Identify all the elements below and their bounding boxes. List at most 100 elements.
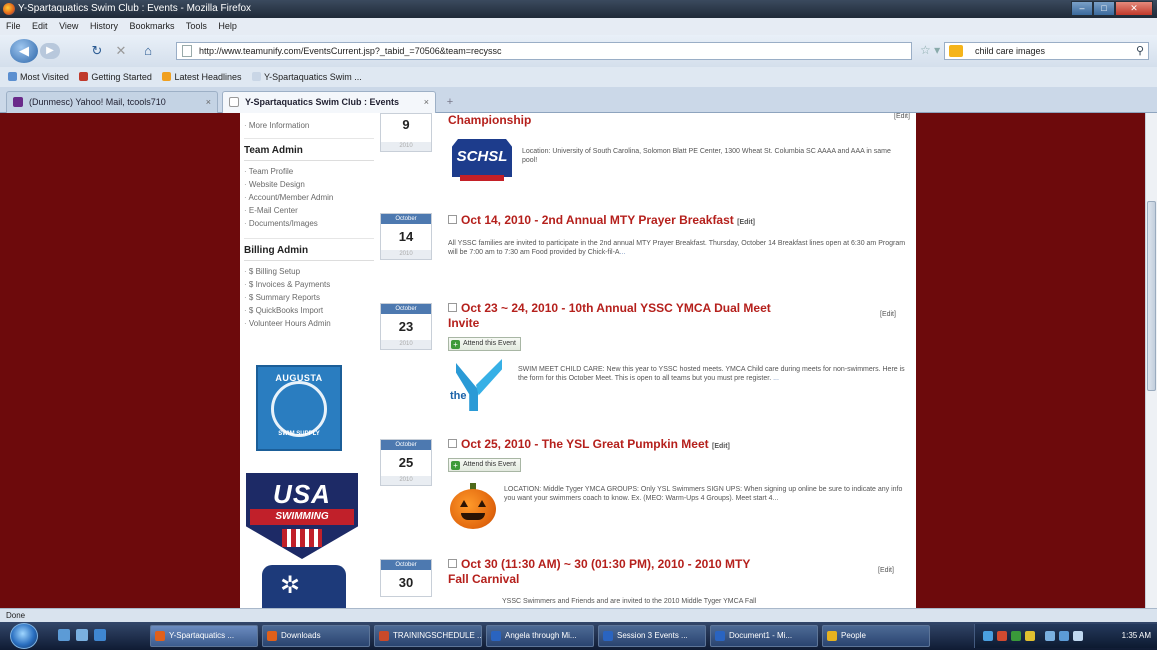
bookmark-y-spartaquatics[interactable]: Y-Spartaquatics Swim ... [252, 72, 366, 82]
menu-edit[interactable]: Edit [32, 21, 48, 31]
sidebar-item-invoices-payments[interactable]: $ Invoices & Payments [244, 278, 374, 291]
bookmark-getting-started[interactable]: Getting Started [79, 72, 156, 82]
task-label: Downloads [281, 631, 321, 640]
edit-link[interactable]: [Edit] [878, 567, 894, 574]
event-checkbox[interactable] [448, 439, 457, 448]
sponsor-logo[interactable]: ✲ [262, 565, 346, 608]
minimize-button[interactable]: – [1071, 1, 1093, 16]
sidebar-item-website-design[interactable]: Website Design [244, 178, 374, 191]
date-day: 9 [402, 117, 410, 132]
event-checkbox[interactable] [448, 215, 457, 224]
task-session-events[interactable]: Session 3 Events ... [598, 625, 706, 647]
sidebar-item-billing-setup[interactable]: $ Billing Setup [244, 265, 374, 278]
reload-button[interactable]: ↻ [88, 39, 106, 63]
task-training-schedule[interactable]: TRAININGSCHEDULE ... [374, 625, 482, 647]
bookmark-label: Getting Started [91, 72, 152, 82]
event-title-text: Oct 23 ~ 24, 2010 - 10th Annual YSSC YMC… [461, 301, 771, 315]
logo-label: USA [273, 479, 331, 509]
task-firefox[interactable]: Y-Spartaquatics ... [150, 625, 258, 647]
event-description: Location: University of South Carolina, … [522, 148, 891, 164]
internet-explorer-icon[interactable] [94, 629, 106, 641]
device-icon[interactable] [1025, 631, 1035, 641]
battery-icon[interactable] [1059, 631, 1069, 641]
attend-event-button[interactable]: + Attend this Event [448, 458, 521, 472]
event-title[interactable]: Oct 23 ~ 24, 2010 - 10th Annual YSSC YMC… [448, 301, 888, 331]
clock[interactable]: 1:35 AM [1122, 624, 1151, 648]
vertical-scrollbar[interactable] [1145, 113, 1157, 608]
forward-button[interactable]: ▶ [40, 43, 60, 59]
close-button[interactable]: ✕ [1115, 1, 1153, 16]
switch-windows-icon[interactable] [76, 629, 88, 641]
status-bar: Done [0, 608, 1157, 622]
wifi-icon[interactable] [1073, 631, 1083, 641]
more-link[interactable]: ... [620, 249, 626, 256]
event-checkbox[interactable] [448, 303, 457, 312]
home-button[interactable]: ⌂ [138, 39, 158, 63]
tab-swim-club-events[interactable]: Y-Spartaquatics Swim Club : Events × [222, 91, 436, 113]
reload-icon: ↻ [91, 43, 103, 58]
forward-arrow-icon: ▶ [46, 45, 54, 56]
task-label: TRAININGSCHEDULE ... [393, 631, 482, 640]
task-downloads[interactable]: Downloads [262, 625, 370, 647]
show-desktop-icon[interactable] [58, 629, 70, 641]
page-viewport: More Information Team Admin Team Profile… [0, 113, 1145, 608]
page-icon [229, 97, 239, 107]
sidebar-item-summary-reports[interactable]: $ Summary Reports [244, 291, 374, 304]
menu-help[interactable]: Help [218, 21, 237, 31]
maximize-button[interactable]: □ [1093, 1, 1115, 16]
volume-icon[interactable] [1045, 631, 1055, 641]
tab-close-icon[interactable]: × [424, 92, 429, 112]
bookmark-latest-headlines[interactable]: Latest Headlines [162, 72, 245, 82]
y-stroke [476, 359, 502, 396]
bookmark-most-visited[interactable]: Most Visited [8, 72, 73, 82]
edit-link[interactable]: [Edit] [712, 443, 730, 450]
menu-history[interactable]: History [90, 21, 118, 31]
word-icon [715, 631, 725, 641]
event-title[interactable]: Oct 25, 2010 - The YSL Great Pumpkin Mee… [448, 437, 730, 454]
network-icon[interactable] [983, 631, 993, 641]
task-people[interactable]: People [822, 625, 930, 647]
event-title[interactable]: Oct 14, 2010 - 2nd Annual MTY Prayer Bre… [448, 213, 755, 230]
new-tab-button[interactable]: + [440, 93, 460, 111]
augusta-swim-supply-logo[interactable]: AUGUSTA SWIM SUPPLY [256, 365, 342, 451]
menu-view[interactable]: View [59, 21, 78, 31]
scrollbar-thumb[interactable] [1147, 201, 1156, 391]
sidebar: More Information Team Admin Team Profile… [244, 113, 374, 330]
more-link[interactable]: ... [773, 375, 779, 382]
task-angela[interactable]: Angela through Mi... [486, 625, 594, 647]
sidebar-item-account-member-admin[interactable]: Account/Member Admin [244, 191, 374, 204]
search-bar[interactable]: child care images ⚲ [944, 42, 1149, 60]
start-button[interactable] [10, 623, 38, 649]
search-engine-icon[interactable] [949, 45, 963, 57]
search-icon[interactable]: ⚲ [1136, 43, 1144, 59]
sidebar-item-quickbooks-import[interactable]: $ QuickBooks Import [244, 304, 374, 317]
update-icon[interactable] [1011, 631, 1021, 641]
search-text: child care images [975, 46, 1046, 56]
url-bar[interactable]: http://www.teamunify.com/EventsCurrent.j… [176, 42, 912, 60]
usa-swimming-logo[interactable]: USA SWIMMING [246, 473, 358, 559]
event-checkbox[interactable] [448, 559, 457, 568]
sidebar-item-volunteer-hours-admin[interactable]: Volunteer Hours Admin [244, 317, 374, 330]
home-icon: ⌂ [144, 43, 152, 58]
tab-yahoo-mail[interactable]: (Dunmesc) Yahoo! Mail, tcools710 × [6, 91, 218, 113]
back-button[interactable]: ◀ [10, 39, 38, 63]
event-title[interactable]: Oct 30 (11:30 AM) ~ 30 (01:30 PM), 2010 … [448, 557, 888, 587]
edit-link[interactable]: [Edit] [880, 311, 896, 318]
sidebar-item-team-profile[interactable]: Team Profile [244, 165, 374, 178]
sidebar-item-documents-images[interactable]: Documents/Images [244, 217, 374, 230]
date-box: October 14 2010 [380, 213, 432, 260]
attend-event-button[interactable]: + Attend this Event [448, 337, 521, 351]
tab-close-icon[interactable]: × [206, 92, 211, 112]
security-icon[interactable] [997, 631, 1007, 641]
bookmark-star-icon[interactable]: ☆ ▾ [920, 43, 940, 57]
task-document1[interactable]: Document1 - Mi... [710, 625, 818, 647]
edit-link[interactable]: [Edit] [894, 113, 910, 120]
menu-file[interactable]: File [6, 21, 21, 31]
stop-button[interactable]: ✕ [112, 39, 130, 63]
menu-bookmarks[interactable]: Bookmarks [129, 21, 174, 31]
menu-tools[interactable]: Tools [186, 21, 207, 31]
edit-link[interactable]: [Edit] [737, 219, 755, 226]
sidebar-item-email-center[interactable]: E-Mail Center [244, 204, 374, 217]
event-title[interactable]: Championship [448, 113, 531, 128]
sidebar-item-more-information[interactable]: More Information [244, 119, 374, 132]
